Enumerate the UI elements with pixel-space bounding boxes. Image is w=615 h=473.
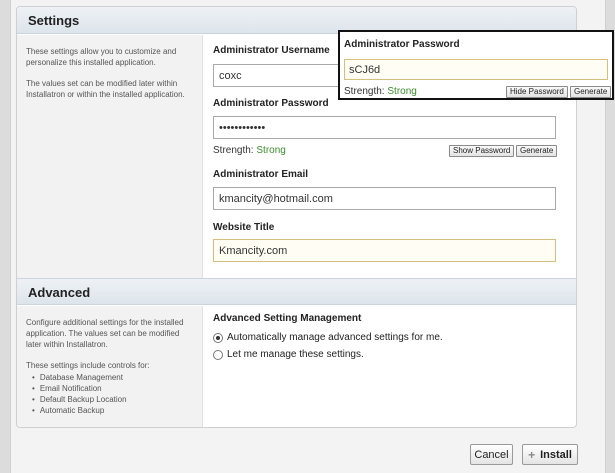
advanced-controls-list: Database Management Email Notification D… <box>26 372 194 416</box>
list-item: Database Management <box>32 372 194 383</box>
advanced-section-header: Advanced <box>17 278 576 305</box>
settings-description-text-2: The values set can be modified later wit… <box>26 79 185 99</box>
website-title-input[interactable] <box>213 239 556 262</box>
hide-password-button[interactable]: Hide Password <box>506 86 568 98</box>
password-strength: Strength: Strong <box>213 145 286 156</box>
password-strength-label: Strength: <box>213 145 254 156</box>
radio-unchecked-icon[interactable] <box>213 349 223 360</box>
admin-email-label: Administrator Email <box>213 169 309 180</box>
advanced-management-label: Advanced Setting Management <box>213 313 362 324</box>
popup-strength-value: Strong <box>387 86 417 97</box>
install-button-label: Install <box>540 448 572 461</box>
advanced-description: Configure additional settings for the in… <box>17 306 203 427</box>
popup-generate-button[interactable]: Generate <box>570 86 612 98</box>
popup-password-strength: Strength: Strong <box>344 86 417 97</box>
popup-title: Administrator Password <box>344 39 460 50</box>
settings-description: These settings allow you to customize an… <box>17 35 203 278</box>
radio-auto-manage-label: Automatically manage advanced settings f… <box>227 332 443 343</box>
show-password-button[interactable]: Show Password <box>449 145 515 157</box>
cancel-button[interactable]: Cancel <box>470 444 513 465</box>
list-item: Email Notification <box>32 383 194 394</box>
popup-strength-label: Strength: <box>344 86 385 97</box>
admin-password-popup: Administrator Password Strength: Strong … <box>338 30 614 100</box>
list-item: Automatic Backup <box>32 405 194 416</box>
radio-checked-icon[interactable] <box>213 332 223 343</box>
admin-password-label: Administrator Password <box>213 98 329 109</box>
list-item: Default Backup Location <box>32 394 194 405</box>
admin-email-input[interactable] <box>213 187 556 210</box>
popup-password-input[interactable] <box>344 59 608 80</box>
generate-password-button[interactable]: Generate <box>516 145 558 157</box>
website-title-label: Website Title <box>213 222 275 233</box>
plus-icon: + <box>528 447 536 462</box>
radio-manual-manage[interactable]: Let me manage these settings. <box>213 349 364 360</box>
admin-password-input[interactable] <box>213 116 556 139</box>
radio-manual-manage-label: Let me manage these settings. <box>227 349 364 360</box>
advanced-description-text-1: Configure additional settings for the in… <box>26 318 184 349</box>
radio-auto-manage[interactable]: Automatically manage advanced settings f… <box>213 332 443 343</box>
settings-description-text-1: These settings allow you to customize an… <box>26 47 177 67</box>
admin-username-label: Administrator Username <box>213 45 330 56</box>
advanced-description-text-2: These settings include controls for: <box>26 361 150 370</box>
password-strength-value: Strong <box>256 145 286 156</box>
install-button[interactable]: + Install <box>522 444 578 465</box>
